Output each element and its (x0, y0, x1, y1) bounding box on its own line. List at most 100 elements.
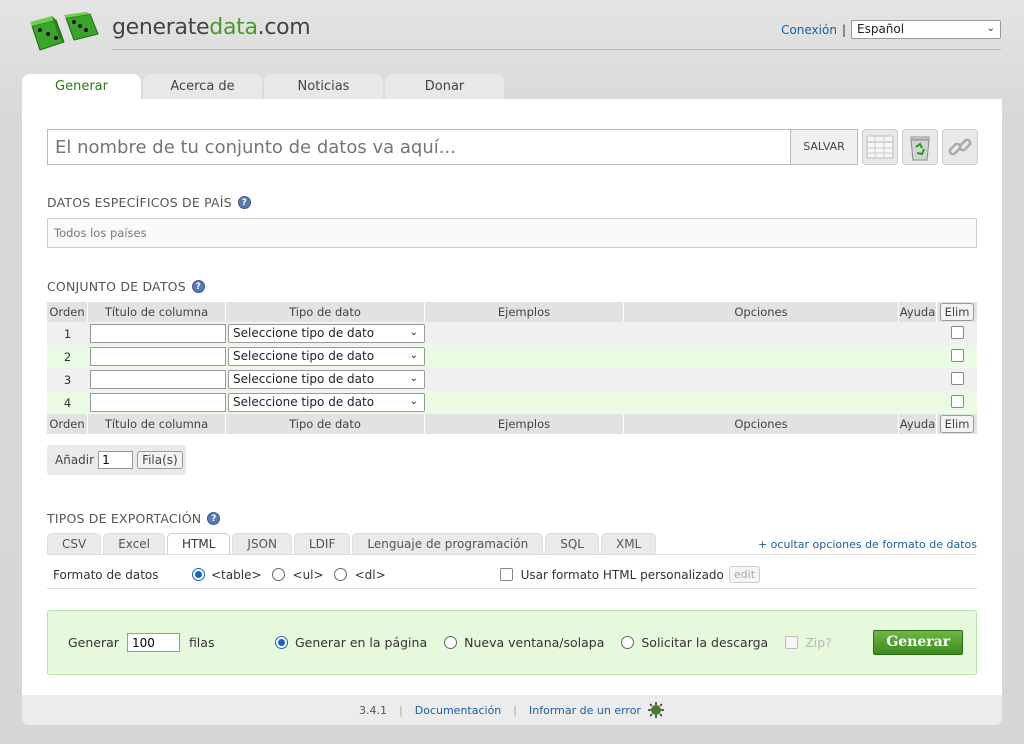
table-row: 2 Seleccione tipo de dato ⌄ (47, 345, 977, 368)
format-option-label: <table> (211, 567, 262, 582)
footer-separator: | (399, 703, 403, 717)
header-help: Ayuda (899, 414, 937, 434)
chevron-down-icon: ⌄ (409, 373, 418, 384)
tab-generar[interactable]: Generar (22, 74, 141, 99)
chevron-down-icon: ⌄ (409, 327, 418, 338)
country-selector[interactable]: Todos los países (47, 218, 977, 248)
new-window-radio[interactable] (444, 636, 458, 649)
data-grid: Orden Título de columna Tipo de dato Eje… (47, 302, 977, 434)
export-tabs-divider (47, 554, 977, 555)
format-radio-dl[interactable] (333, 568, 347, 581)
data-type-value: Seleccione tipo de dato (233, 326, 375, 340)
column-title-input[interactable] (90, 393, 226, 412)
delete-row-checkbox[interactable] (950, 348, 964, 362)
data-type-value: Seleccione tipo de dato (233, 349, 375, 363)
table-row: 4 Seleccione tipo de dato ⌄ (47, 391, 977, 414)
main-panel: SALVAR DATOS ESPECÍFICOS DE PAÍS (22, 99, 1002, 695)
generate-option-label: Nueva ventana/solapa (464, 635, 605, 650)
help-icon[interactable]: ? (207, 512, 221, 525)
link-icon (948, 138, 972, 156)
export-tab-sql[interactable]: SQL (545, 533, 599, 554)
logo-text: generatedata.com (112, 15, 311, 40)
chevron-down-icon: ⌄ (986, 23, 995, 34)
header-options: Opciones (624, 302, 899, 322)
add-rows-button[interactable]: Fila(s) (137, 451, 183, 469)
language-select[interactable]: Español ⌄ (851, 20, 1001, 39)
export-tab-html[interactable]: HTML (167, 533, 231, 554)
row-order: 4 (63, 395, 72, 410)
export-section-title: TIPOS DE EXPORTACIÓN ? (47, 511, 221, 526)
data-type-select[interactable]: Seleccione tipo de dato ⌄ (228, 324, 425, 343)
format-option-label: <dl> (354, 567, 386, 582)
dataset-name-input[interactable] (47, 129, 790, 165)
grid-header: Orden Título de columna Tipo de dato Eje… (47, 302, 977, 322)
header-type: Tipo de dato (226, 414, 425, 434)
tab-donar[interactable]: Donar (385, 74, 504, 99)
generate-button[interactable]: Generar (873, 630, 964, 655)
data-type-select[interactable]: Seleccione tipo de dato ⌄ (228, 393, 425, 412)
generate-panel: Generar filas Generar en la página Nueva… (47, 610, 977, 675)
generate-in-page-radio[interactable] (274, 636, 288, 649)
generate-label: Generar (68, 635, 119, 650)
header-title: Título de columna (88, 414, 226, 434)
add-rows-input[interactable] (98, 451, 134, 469)
column-title-input[interactable] (90, 324, 226, 343)
version-text: 3.4.1 (359, 703, 388, 717)
bug-icon (647, 702, 664, 718)
format-label: Formato de datos (53, 567, 159, 582)
header-title: Título de columna (88, 302, 226, 322)
export-tab-ldif[interactable]: LDIF (294, 533, 351, 554)
data-type-select[interactable]: Seleccione tipo de dato ⌄ (228, 370, 425, 389)
row-order: 1 (63, 326, 72, 341)
clear-button[interactable] (902, 129, 938, 165)
export-tab-csv[interactable]: CSV (47, 533, 102, 554)
report-bug-link[interactable]: Informar de un error (529, 704, 641, 717)
export-tab-programming[interactable]: Lenguaje de programación (352, 533, 544, 554)
custom-html-label: Usar formato HTML personalizado (520, 567, 724, 582)
save-button[interactable]: SALVAR (790, 129, 858, 165)
download-radio[interactable] (621, 636, 635, 649)
header-divider (112, 49, 1001, 50)
format-options-row: Formato de datos <table> <ul> <dl> Usar … (47, 561, 977, 589)
delete-rows-button[interactable]: Elim (939, 415, 975, 433)
export-tab-excel[interactable]: Excel (103, 533, 166, 554)
login-separator: | (841, 22, 846, 37)
format-option-label: <ul> (292, 567, 324, 582)
export-tab-json[interactable]: JSON (232, 533, 292, 554)
help-icon[interactable]: ? (237, 196, 251, 209)
documentation-link[interactable]: Documentación (415, 704, 502, 717)
column-title-input[interactable] (90, 347, 226, 366)
delete-rows-button[interactable]: Elim (939, 303, 975, 321)
header-delete: Elim (937, 414, 977, 434)
data-type-select[interactable]: Seleccione tipo de dato ⌄ (228, 347, 425, 366)
header-order: Orden (47, 302, 88, 322)
country-title-text: DATOS ESPECÍFICOS DE PAÍS (47, 195, 232, 210)
add-rows-control: Añadir Fila(s) (47, 445, 186, 475)
column-title-input[interactable] (90, 370, 226, 389)
delete-row-checkbox[interactable] (950, 325, 964, 339)
help-icon[interactable]: ? (191, 280, 205, 293)
tab-acerca[interactable]: Acerca de (143, 74, 262, 99)
toggle-format-options-link[interactable]: + ocultar opciones de formato de datos (758, 538, 977, 551)
load-button[interactable] (862, 129, 898, 165)
zip-checkbox[interactable] (785, 636, 799, 649)
footer-separator: | (513, 703, 518, 717)
login-link[interactable]: Conexión (781, 23, 837, 37)
header-delete: Elim (937, 302, 977, 322)
dataset-name-row: SALVAR (47, 129, 978, 165)
chevron-down-icon: ⌄ (409, 350, 418, 361)
delete-row-checkbox[interactable] (950, 371, 964, 385)
num-rows-input[interactable] (126, 633, 180, 652)
tab-noticias[interactable]: Noticias (264, 74, 383, 99)
generate-option-label: Solicitar la descarga (641, 635, 769, 650)
zip-label: Zip? (805, 635, 832, 650)
link-button[interactable] (942, 129, 978, 165)
table-row: 3 Seleccione tipo de dato ⌄ (47, 368, 977, 391)
export-tab-xml[interactable]: XML (600, 533, 657, 554)
custom-html-checkbox[interactable] (499, 568, 513, 581)
format-radio-ul[interactable] (271, 568, 285, 581)
edit-button[interactable]: edit (728, 566, 761, 583)
format-radio-table[interactable] (192, 568, 205, 581)
delete-row-checkbox[interactable] (950, 394, 964, 408)
main-tabs: Generar Acerca de Noticias Donar (22, 74, 504, 99)
